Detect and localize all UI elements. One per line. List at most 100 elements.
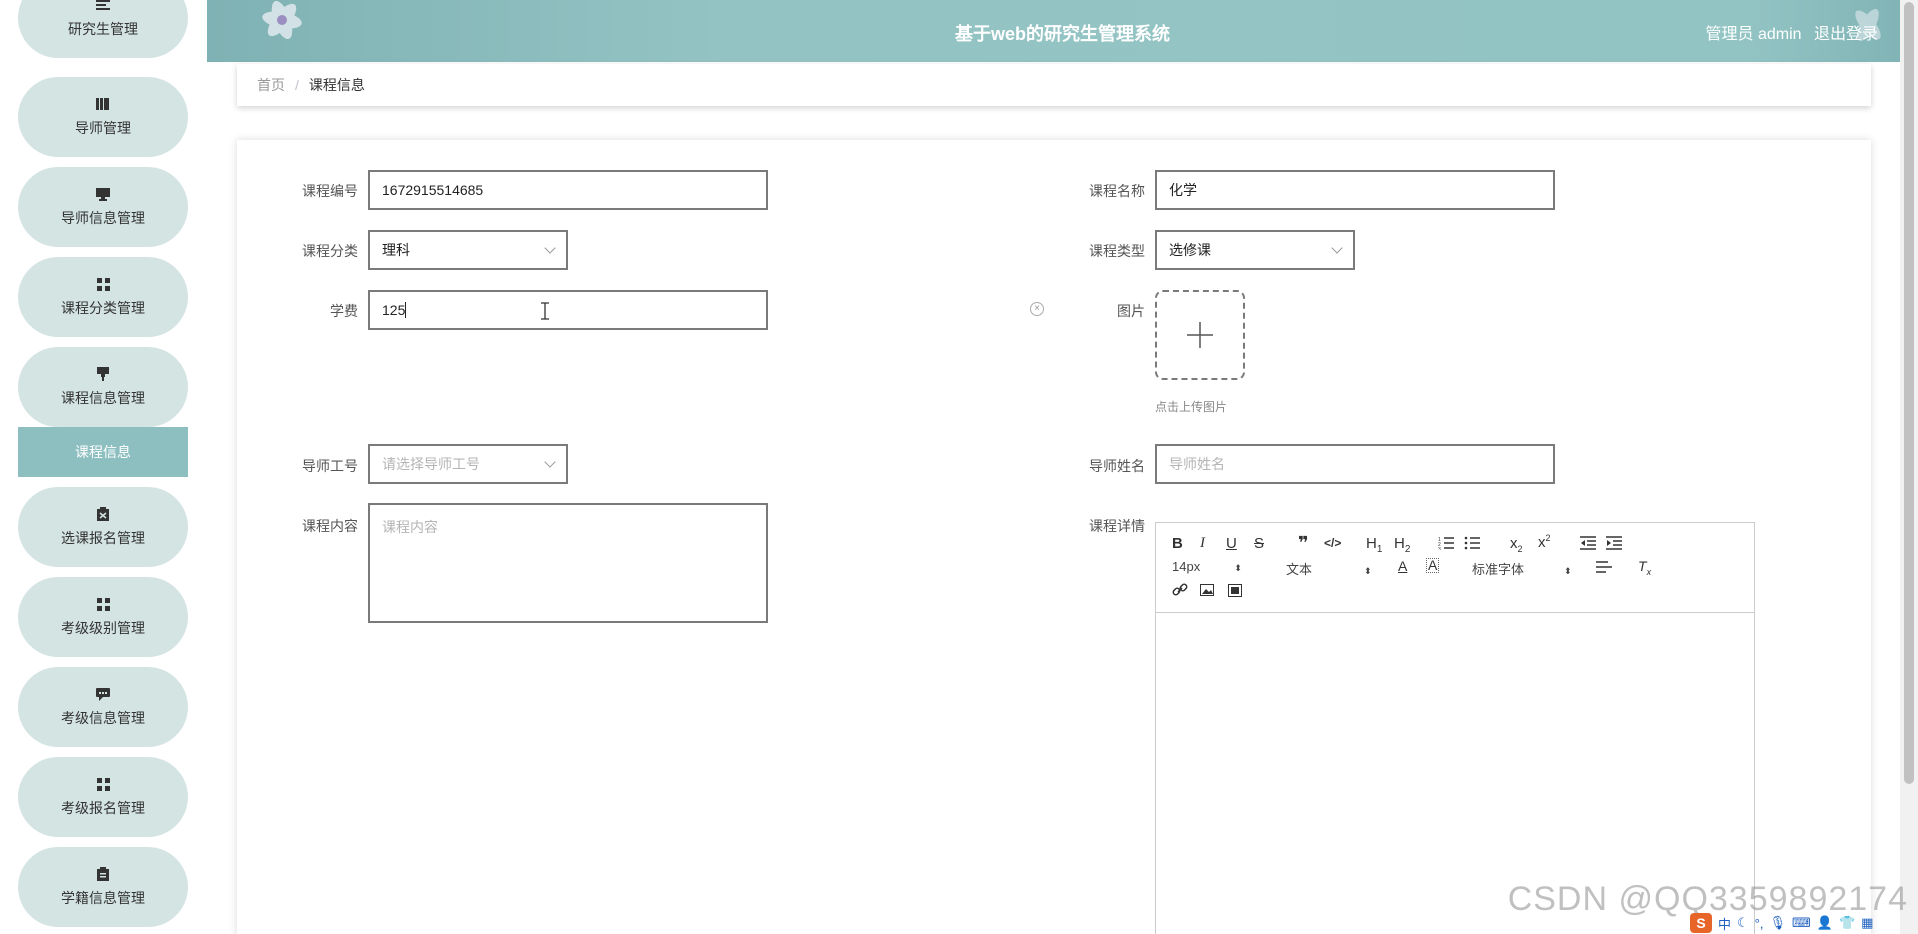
course-type-select[interactable]: 选修课 xyxy=(1155,230,1355,270)
sidebar-item-label: 选课报名管理 xyxy=(61,530,145,546)
course-content-textarea[interactable]: 课程内容 xyxy=(368,503,768,623)
book-icon xyxy=(96,96,110,112)
scrollbar-thumb[interactable] xyxy=(1904,2,1914,784)
breadcrumb-separator: / xyxy=(295,77,299,93)
chevron-down-icon xyxy=(1331,242,1343,254)
blockquote-icon[interactable]: ❞ xyxy=(1298,533,1309,554)
outdent-icon[interactable] xyxy=(1580,536,1596,550)
image-upload-button[interactable] xyxy=(1155,290,1245,380)
course-type-label: 课程类型 xyxy=(1089,243,1145,259)
punctuation-icon[interactable]: °, xyxy=(1755,916,1764,931)
course-type-value: 选修课 xyxy=(1169,242,1211,258)
course-detail-label: 课程详情 xyxy=(1089,518,1145,534)
user-area: 管理员 admin 退出登录 xyxy=(1698,20,1879,44)
sidebar-item-graduate[interactable]: 研究生管理 xyxy=(18,0,188,58)
keyboard-icon[interactable]: ⌨ xyxy=(1792,915,1811,931)
font-size-select[interactable]: 14px ⬍ xyxy=(1172,559,1242,574)
updown-icon: ⬍ xyxy=(1564,566,1572,576)
sidebar-item-tutor[interactable]: 导师管理 xyxy=(18,77,188,157)
sidebar-item-label: 课程分类管理 xyxy=(61,300,145,316)
course-no-label: 课程编号 xyxy=(302,183,358,199)
background-color-icon[interactable]: A xyxy=(1426,558,1440,573)
comment-icon xyxy=(96,686,110,702)
svg-text:3: 3 xyxy=(1438,547,1441,550)
bold-icon[interactable]: B xyxy=(1172,535,1183,552)
fee-input[interactable]: 125 xyxy=(368,290,768,330)
italic-icon[interactable]: I xyxy=(1200,535,1205,552)
sidebar-item-label: 导师管理 xyxy=(75,120,131,136)
heading1-icon[interactable]: H1 xyxy=(1366,535,1382,555)
sidebar-item-course-info[interactable]: 课程信息管理 xyxy=(18,347,188,427)
page-scrollbar[interactable] xyxy=(1900,0,1918,934)
grid-icon xyxy=(96,776,110,792)
course-category-select[interactable]: 理科 xyxy=(368,230,568,270)
breadcrumb: 首页 / 课程信息 xyxy=(237,64,1871,106)
superscript-icon[interactable]: x2 xyxy=(1538,533,1551,551)
sidebar-item-exam-level[interactable]: 考级级别管理 xyxy=(18,577,188,657)
image-icon[interactable] xyxy=(1200,584,1214,596)
underline-icon[interactable]: U xyxy=(1226,535,1237,552)
bullet-list-icon[interactable] xyxy=(1464,536,1480,550)
grid-icon xyxy=(96,276,110,292)
updown-icon: ⬍ xyxy=(1234,563,1242,573)
paragraph-select[interactable]: 文本 ⬍ xyxy=(1286,559,1372,578)
tutor-id-placeholder: 请选择导师工号 xyxy=(382,456,480,472)
ordered-list-icon[interactable]: 123 xyxy=(1438,536,1454,550)
font-family-select[interactable]: 标准字体 ⬍ xyxy=(1472,559,1572,578)
align-icon[interactable] xyxy=(1596,561,1612,574)
ibeam-cursor-icon xyxy=(541,302,549,320)
sidebar-subitem-course-info[interactable]: 课程信息 xyxy=(18,427,188,477)
sidebar-item-label: 考级报名管理 xyxy=(61,800,145,816)
updown-icon: ⬍ xyxy=(1364,566,1372,576)
sidebar-item-exam-enrollment[interactable]: 考级报名管理 xyxy=(18,757,188,837)
course-no-input[interactable]: 1672915514685 xyxy=(368,170,768,210)
sidebar-item-label: 考级级别管理 xyxy=(61,620,145,636)
flag-icon xyxy=(97,366,109,382)
sidebar-item-enrollment[interactable]: 选课报名管理 xyxy=(18,487,188,567)
code-block-icon[interactable]: </> xyxy=(1324,536,1341,550)
sidebar-item-exam-info[interactable]: 考级信息管理 xyxy=(18,667,188,747)
course-name-label: 课程名称 xyxy=(1089,183,1145,199)
indent-icon[interactable] xyxy=(1606,536,1622,550)
video-icon[interactable] xyxy=(1228,584,1242,597)
sidebar-item-student-record[interactable]: 学籍信息管理 xyxy=(18,847,188,927)
font-color-icon[interactable]: A xyxy=(1398,558,1407,574)
logout-link[interactable]: 退出登录 xyxy=(1814,26,1878,43)
ime-mode[interactable]: 中 xyxy=(1718,914,1731,933)
sogou-logo-icon[interactable]: S xyxy=(1690,913,1712,933)
course-category-value: 理科 xyxy=(382,242,410,258)
tutor-name-label: 导师姓名 xyxy=(1089,458,1145,474)
fee-label: 学费 xyxy=(330,303,358,319)
user-icon[interactable]: 👤 xyxy=(1817,915,1833,931)
course-name-input[interactable]: 化学 xyxy=(1155,170,1555,210)
subscript-icon[interactable]: x2 xyxy=(1510,535,1523,554)
microphone-icon[interactable]: 🎙 xyxy=(1769,915,1786,931)
monitor-icon xyxy=(96,186,110,202)
rich-text-editor: B I U S ❞ </> H1 H2 123 x2 x2 14px ⬍ 文本 ⬍ … xyxy=(1155,522,1755,934)
grid-icon[interactable]: ▦ xyxy=(1861,915,1873,931)
fee-value: 125 xyxy=(382,302,406,318)
course-content-label: 课程内容 xyxy=(302,518,358,534)
tutor-name-input[interactable]: 导师姓名 xyxy=(1155,444,1555,484)
course-category-label: 课程分类 xyxy=(302,243,358,259)
plus-icon xyxy=(1187,322,1213,348)
grid-icon xyxy=(96,596,110,612)
sidebar-item-course-category[interactable]: 课程分类管理 xyxy=(18,257,188,337)
breadcrumb-home[interactable]: 首页 xyxy=(257,75,285,95)
shirt-icon[interactable]: 👕 xyxy=(1839,915,1855,931)
heading2-icon[interactable]: H2 xyxy=(1394,535,1410,555)
sidebar-item-label: 研究生管理 xyxy=(68,21,138,37)
top-header: 基于web的研究生管理系统 管理员 admin 退出登录 xyxy=(207,0,1918,62)
strike-icon[interactable]: S xyxy=(1254,535,1264,552)
ime-tray: S 中 ☾ °, 🎙 ⌨ 👤 👕 ▦ xyxy=(1690,912,1918,934)
sidebar-item-tutor-info[interactable]: 导师信息管理 xyxy=(18,167,188,247)
sidebar-item-label: 课程信息管理 xyxy=(61,390,145,406)
link-icon[interactable] xyxy=(1172,583,1188,597)
tutor-id-select[interactable]: 请选择导师工号 xyxy=(368,444,568,484)
clear-format-icon[interactable]: Tx xyxy=(1638,558,1651,577)
moon-icon[interactable]: ☾ xyxy=(1737,915,1749,931)
app-title: 基于web的研究生管理系统 xyxy=(954,24,1170,44)
sidebar-item-label: 导师信息管理 xyxy=(61,210,145,226)
text-cursor xyxy=(405,302,407,318)
image-label: 图片 xyxy=(1117,303,1145,319)
